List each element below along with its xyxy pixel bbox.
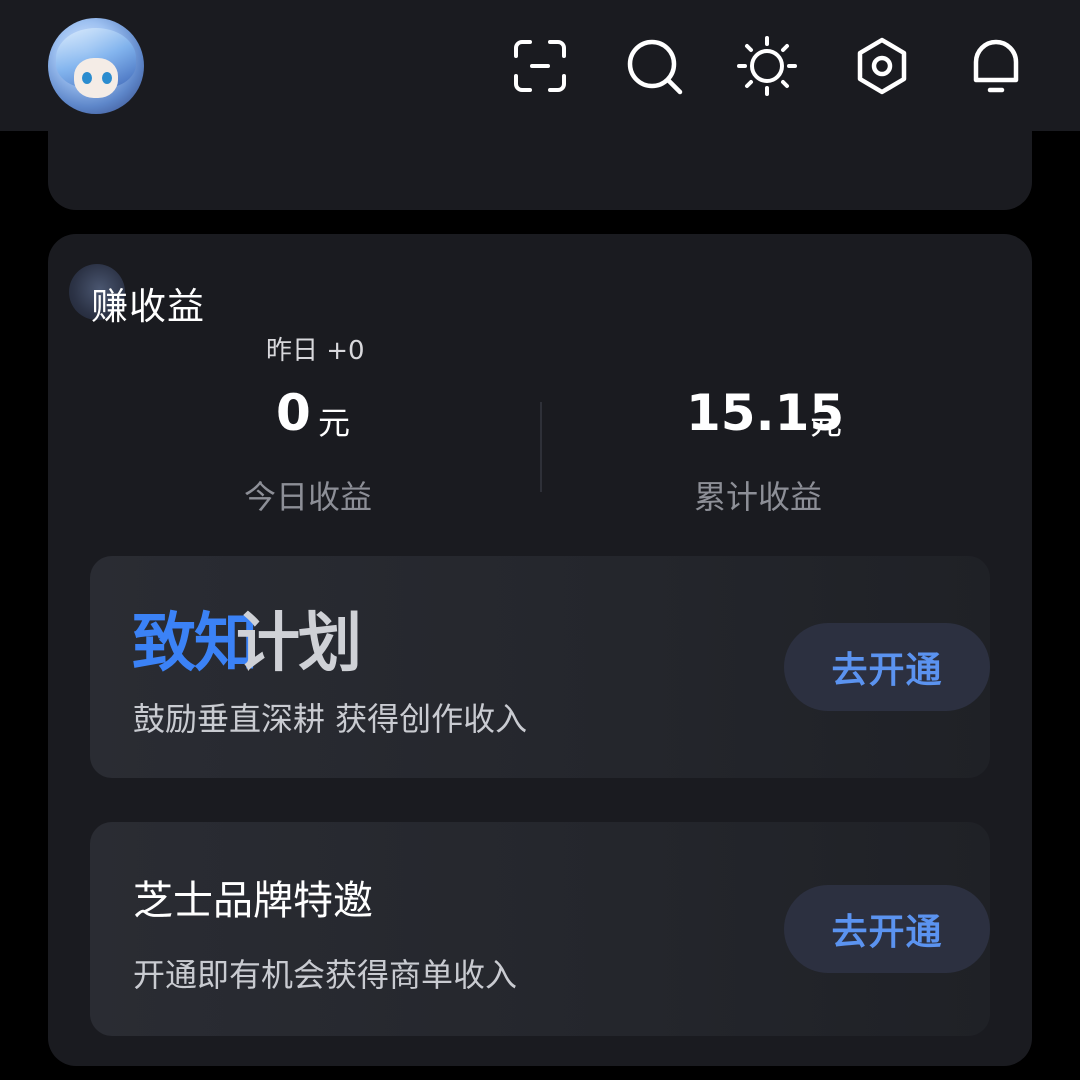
plan-description: 鼓励垂直深耕 获得创作收入 (133, 700, 528, 738)
plan-description: 开通即有机会获得商单收入 (133, 956, 518, 994)
today-unit: 元 (318, 404, 351, 442)
today-label[interactable]: 今日收益 (244, 472, 372, 518)
total-label[interactable]: 累计收益 (694, 472, 822, 518)
scan-icon[interactable] (510, 36, 570, 96)
open-zhizhi-plan-button[interactable]: 去开通 (784, 623, 990, 711)
stats-divider (540, 402, 542, 492)
section-title: 赚收益 (91, 285, 205, 328)
bell-icon[interactable] (966, 36, 1026, 96)
plan-title: 芝士品牌特邀 (133, 878, 373, 924)
search-icon[interactable] (624, 36, 684, 96)
avatar[interactable] (48, 18, 144, 114)
open-brand-invite-button[interactable]: 去开通 (784, 885, 990, 973)
top-bar (0, 0, 1080, 131)
brightness-icon[interactable] (737, 36, 797, 96)
settings-icon[interactable] (852, 36, 912, 96)
plan-title-rest: 计划 (236, 607, 362, 681)
today-amount: 0 (276, 384, 311, 442)
total-unit: 元 (810, 404, 843, 442)
yesterday-earnings: 昨日 +0 (266, 336, 365, 366)
